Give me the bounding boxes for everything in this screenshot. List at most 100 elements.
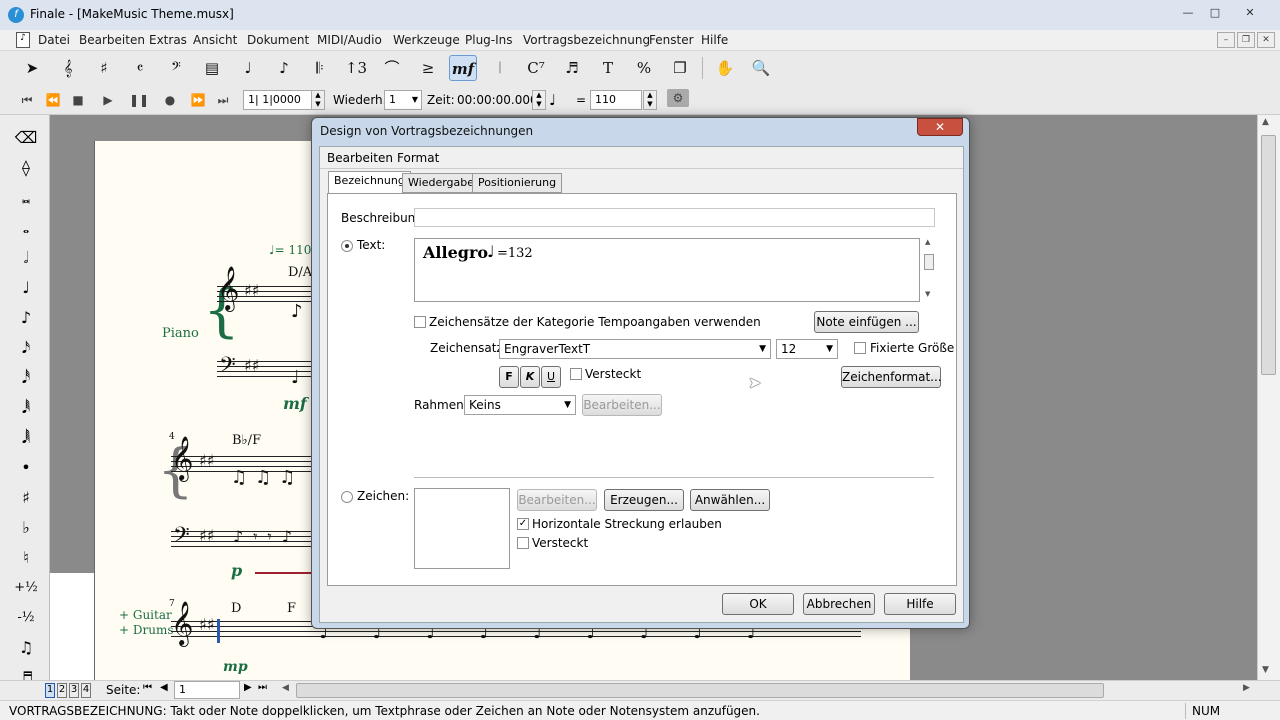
font-select[interactable]: EngraverTextT ▼ xyxy=(499,339,771,359)
menu-bearbeiten[interactable]: Bearbeiten xyxy=(79,33,145,47)
chord-tool-icon[interactable]: C⁷ xyxy=(522,55,550,81)
half-step-down-icon[interactable]: -½ xyxy=(10,605,42,631)
articulation-tool-icon[interactable]: ≥ xyxy=(414,55,442,81)
half-note-icon[interactable]: 𝅗𝅥 xyxy=(10,245,42,271)
menu-vortragsbezeichnung[interactable]: Vortragsbezeichnung xyxy=(523,33,650,47)
menu-plug-ins[interactable]: Plug-Ins xyxy=(465,33,513,47)
symbol-select-button[interactable]: Anwählen... xyxy=(690,489,770,511)
text-scroll-up-icon[interactable]: ▲ xyxy=(925,238,930,246)
last-page-icon[interactable]: ⏭ xyxy=(258,682,267,693)
document-icon[interactable]: ♪ xyxy=(16,32,30,48)
measure-counter-field[interactable]: 1| 1|0000 xyxy=(243,90,313,110)
frame-edit-button[interactable]: Bearbeiten... xyxy=(582,394,662,416)
thirty-second-note-icon[interactable]: 𝅘𝅥𝅰 xyxy=(10,365,42,391)
dialog-close-button[interactable]: ✕ xyxy=(917,118,963,136)
next-page-icon[interactable]: ▶ xyxy=(244,682,252,693)
menu-midi-audio[interactable]: MIDI/Audio xyxy=(317,33,382,47)
scroll-thumb[interactable] xyxy=(1261,135,1276,375)
horizontal-scroll-thumb[interactable] xyxy=(296,683,1104,698)
128th-note-icon[interactable]: 𝅘𝅥𝅲 xyxy=(10,425,42,451)
eraser-icon[interactable]: ⌫ xyxy=(10,125,42,151)
tempo-spinner[interactable]: ▲ ▼ xyxy=(643,90,657,110)
first-page-icon[interactable]: ⏮ xyxy=(143,682,152,693)
mdi-close-button[interactable]: ✕ xyxy=(1257,32,1275,48)
tempo-field[interactable]: 110 xyxy=(590,90,642,110)
ok-button[interactable]: OK xyxy=(722,593,794,615)
stop-icon[interactable]: ■ xyxy=(67,91,89,109)
previous-page-icon[interactable]: ◀ xyxy=(160,682,168,693)
page-tab-3[interactable]: 3 xyxy=(69,683,79,698)
clef-tool-icon[interactable]: 𝄢 xyxy=(162,55,190,81)
whole-note-icon[interactable]: 𝅝 xyxy=(10,215,42,241)
mdi-minimize-button[interactable]: – xyxy=(1217,32,1235,48)
insert-note-button[interactable]: Note einfügen ... xyxy=(814,311,919,333)
fast-forward-icon[interactable]: ⏩ xyxy=(187,91,209,109)
menu-extras[interactable]: Extras xyxy=(149,33,187,47)
menu-datei[interactable]: Datei xyxy=(38,33,70,47)
rewind-icon[interactable]: ⏪ xyxy=(42,91,64,109)
maximize-button[interactable]: □ xyxy=(1202,3,1228,23)
staff-tool-icon[interactable]: 𝄞 xyxy=(54,55,82,81)
hidden-symbol-checkbox[interactable] xyxy=(517,537,529,549)
menu-dokument[interactable]: Dokument xyxy=(247,33,309,47)
tie-icon[interactable]: ♫ xyxy=(10,635,42,661)
resize-tool-icon[interactable]: % xyxy=(630,55,658,81)
italic-button[interactable]: K xyxy=(520,366,540,388)
text-tool-icon[interactable]: T xyxy=(594,55,622,81)
sharp-icon[interactable]: ♯ xyxy=(10,485,42,511)
scroll-left-icon[interactable]: ◀ xyxy=(282,683,289,693)
scroll-right-icon[interactable]: ▶ xyxy=(1243,683,1250,693)
underline-button[interactable]: U xyxy=(541,366,561,388)
quarter-note-icon[interactable]: ♩ xyxy=(10,275,42,301)
description-input[interactable] xyxy=(414,208,935,227)
symbol-edit-button[interactable]: Bearbeiten... xyxy=(517,489,597,511)
frame-select[interactable]: Keins ▼ xyxy=(464,395,576,415)
sixteenth-note-icon[interactable]: 𝅘𝅥𝅯 xyxy=(10,335,42,361)
sixty-fourth-note-icon[interactable]: 𝅘𝅥𝅱 xyxy=(10,395,42,421)
horizontal-stretch-checkbox[interactable]: ✓ xyxy=(517,518,529,530)
natural-icon[interactable]: ♮ xyxy=(10,545,42,571)
dialog-menu-bearbeiten[interactable]: Bearbeiten xyxy=(327,151,393,165)
text-scroll-down-icon[interactable]: ▼ xyxy=(925,290,930,298)
fixed-size-checkbox[interactable] xyxy=(854,342,866,354)
smart-shape-tool-icon[interactable]: ⌒ xyxy=(378,55,406,81)
menu-hilfe[interactable]: Hilfe xyxy=(701,33,728,47)
cancel-button[interactable]: Abbrechen xyxy=(803,593,875,615)
dot-icon[interactable]: • xyxy=(10,455,42,481)
zoom-tool-icon[interactable]: 🔍 xyxy=(747,55,775,81)
font-size-select[interactable]: 12 ▼ xyxy=(776,339,838,359)
tuplet-tool-icon[interactable]: ↑3 xyxy=(342,55,370,81)
expression-text-editor[interactable]: Allegro ♩ =132 xyxy=(414,238,920,302)
chord-lyric-tool-icon[interactable]: 𝄀 xyxy=(486,55,514,81)
symbol-create-button[interactable]: Erzeugen... xyxy=(604,489,684,511)
repeat-tool-icon[interactable]: 𝄆 xyxy=(306,55,334,81)
page-number-field[interactable]: 1 xyxy=(174,681,240,699)
counter-spinner[interactable]: ▲ ▼ xyxy=(311,90,325,110)
help-button[interactable]: Hilfe xyxy=(884,593,956,615)
text-radio[interactable] xyxy=(341,240,353,252)
vertical-scrollbar[interactable]: ▲ ▼ xyxy=(1257,115,1280,680)
scroll-up-icon[interactable]: ▲ xyxy=(1262,117,1269,127)
minimize-button[interactable]: — xyxy=(1175,3,1201,23)
symbol-preview[interactable] xyxy=(414,488,510,569)
eighth-note-icon[interactable]: ♪ xyxy=(10,305,42,331)
hidden-text-checkbox[interactable] xyxy=(570,368,582,380)
simple-entry-caret-icon[interactable]: ⟠ xyxy=(10,155,42,181)
repeat-select[interactable]: 1 ▼ xyxy=(384,90,422,110)
breve-icon[interactable]: 𝅜 xyxy=(10,185,42,211)
half-step-up-icon[interactable]: +½ xyxy=(10,575,42,601)
play-icon[interactable]: ▶ xyxy=(97,91,119,109)
playback-settings-icon[interactable]: ⚙ xyxy=(667,89,689,107)
speedy-entry-tool-icon[interactable]: ♪ xyxy=(270,55,298,81)
close-button[interactable]: ✕ xyxy=(1237,3,1263,23)
page-layout-tool-icon[interactable]: ❐ xyxy=(666,55,694,81)
tempo-note-spinner[interactable]: ▲ ▼ xyxy=(532,90,546,110)
hand-grabber-tool-icon[interactable]: ✋ xyxy=(711,55,739,81)
text-scroll-thumb[interactable] xyxy=(924,254,934,270)
symbol-radio[interactable] xyxy=(341,491,353,503)
bold-button[interactable]: F xyxy=(499,366,519,388)
rewind-to-start-icon[interactable]: ⏮ xyxy=(16,91,38,109)
dialog-menu-format[interactable]: Format xyxy=(397,151,439,165)
flat-icon[interactable]: ♭ xyxy=(10,515,42,541)
record-icon[interactable]: ● xyxy=(159,91,181,109)
